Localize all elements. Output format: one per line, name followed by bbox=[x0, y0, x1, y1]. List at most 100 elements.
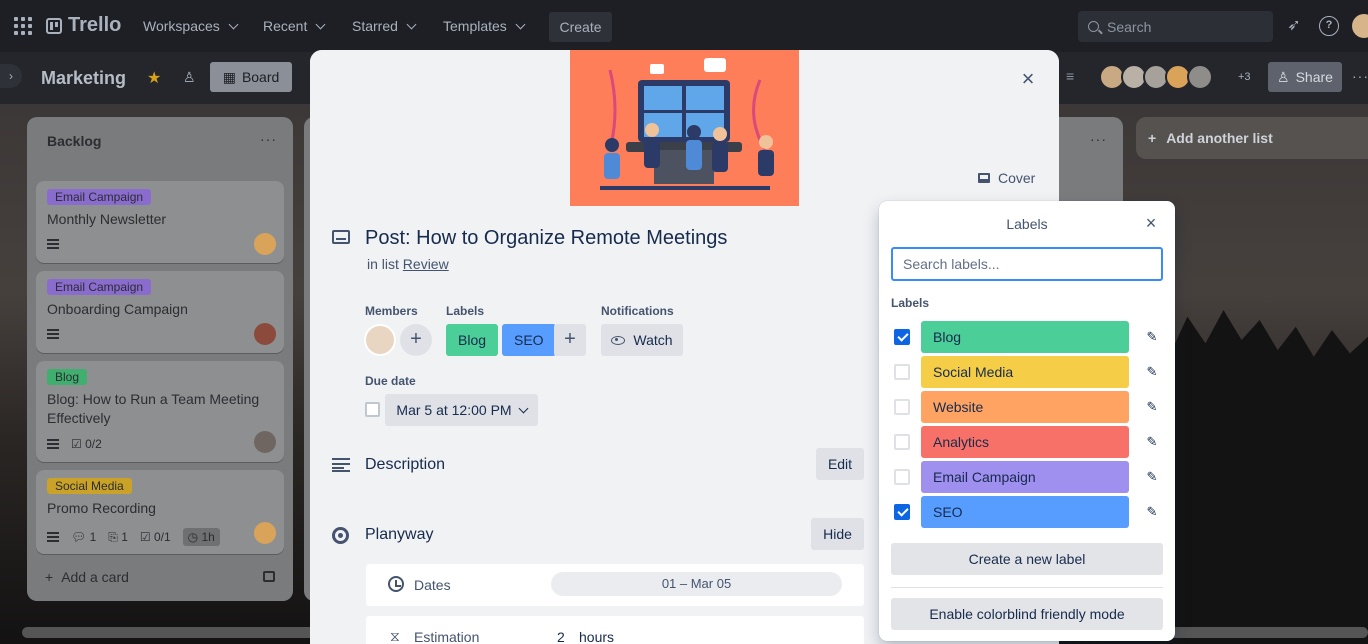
share-label: Share bbox=[1295, 69, 1333, 85]
label-checkbox-blog[interactable] bbox=[894, 329, 910, 345]
due-date-checkbox[interactable] bbox=[365, 402, 380, 417]
edit-label-pencil-icon[interactable]: ✎ bbox=[1142, 362, 1162, 382]
help-icon[interactable]: ? bbox=[1319, 16, 1339, 36]
workspace-visibility-icon[interactable]: ♙ bbox=[183, 69, 196, 86]
dates-value-pill[interactable]: 01 – Mar 05 bbox=[551, 572, 842, 596]
nav-workspaces-menu[interactable]: Workspaces bbox=[143, 18, 239, 34]
members-more-count[interactable]: +3 bbox=[1238, 71, 1251, 83]
add-member-button[interactable]: + bbox=[400, 324, 432, 356]
add-card-label: Add a card bbox=[61, 569, 129, 585]
edit-label-pencil-icon[interactable]: ✎ bbox=[1142, 432, 1162, 452]
chevron-down-icon bbox=[515, 19, 526, 29]
card-label-seo[interactable]: SEO bbox=[502, 324, 556, 356]
card-member-avatar[interactable] bbox=[254, 522, 276, 544]
nav-templates-menu[interactable]: Templates bbox=[443, 18, 526, 34]
estimation-value[interactable]: 2 bbox=[557, 629, 565, 644]
add-label-button[interactable]: + bbox=[554, 324, 586, 356]
label-row-analytics: Analytics ✎ bbox=[891, 426, 1163, 458]
hide-planyway-button[interactable]: Hide bbox=[811, 518, 864, 550]
attachments-count: 1 bbox=[121, 529, 128, 544]
card-label[interactable]: Blog bbox=[47, 369, 88, 385]
board-view-button[interactable]: ▦ Board bbox=[210, 62, 292, 92]
search-labels-input[interactable] bbox=[891, 247, 1163, 281]
label-bar-social-media[interactable]: Social Media bbox=[921, 356, 1129, 388]
label-checkbox-seo[interactable] bbox=[894, 504, 910, 520]
add-list-button[interactable]: + Add another list bbox=[1136, 117, 1368, 159]
label-bar-seo[interactable]: SEO bbox=[921, 496, 1129, 528]
star-icon[interactable]: ★ bbox=[147, 68, 161, 88]
time-estimate-badge: ◷ 1h bbox=[182, 528, 220, 546]
edit-label-pencil-icon[interactable]: ✎ bbox=[1142, 397, 1162, 417]
label-checkbox-website[interactable] bbox=[894, 399, 910, 415]
close-modal-icon[interactable]: × bbox=[1017, 68, 1039, 90]
card-template-icon[interactable] bbox=[263, 571, 275, 582]
close-popover-icon[interactable]: × bbox=[1141, 213, 1161, 234]
create-new-label-button[interactable]: Create a new label bbox=[891, 543, 1163, 575]
account-avatar[interactable] bbox=[1352, 14, 1368, 38]
top-navigation: Trello Workspaces Recent Starred Templat… bbox=[0, 0, 1368, 52]
due-date-button[interactable]: Mar 5 at 12:00 PM bbox=[385, 394, 538, 426]
watch-button[interactable]: Watch bbox=[601, 324, 683, 356]
trello-logo[interactable]: Trello bbox=[46, 14, 121, 37]
plus-icon: + bbox=[45, 569, 54, 585]
card-title: Blog: How to Run a Team Meeting Effectiv… bbox=[47, 391, 260, 426]
card-label[interactable]: Email Campaign bbox=[47, 189, 152, 205]
app-switcher-icon[interactable] bbox=[14, 17, 32, 35]
card-blog-team-meeting[interactable]: Blog Blog: How to Run a Team Meeting Eff… bbox=[36, 361, 284, 462]
add-card-button[interactable]: + Add a card bbox=[45, 569, 129, 585]
card-title[interactable]: Post: How to Organize Remote Meetings bbox=[365, 227, 727, 250]
label-row-email-campaign: Email Campaign ✎ bbox=[891, 461, 1163, 493]
notifications-icon[interactable]: ➶ bbox=[1284, 16, 1304, 36]
list-menu-icon[interactable]: ··· bbox=[1090, 131, 1107, 147]
nav-starred-menu[interactable]: Starred bbox=[352, 18, 417, 34]
card-member-avatar[interactable] bbox=[254, 323, 276, 345]
card-promo-recording[interactable]: Social Media Promo Recording 💬︎ 1 ⎘ 1 ☑ … bbox=[36, 470, 284, 554]
card-monthly-newsletter[interactable]: Email Campaign Monthly Newsletter bbox=[36, 181, 284, 263]
checklist-count: 0/1 bbox=[153, 530, 171, 544]
label-bar-website[interactable]: Website bbox=[921, 391, 1129, 423]
edit-label-pencil-icon[interactable]: ✎ bbox=[1142, 327, 1162, 347]
share-button[interactable]: ♙ Share bbox=[1268, 62, 1342, 92]
card-label[interactable]: Social Media bbox=[47, 478, 132, 494]
description-icon bbox=[332, 458, 350, 472]
list-title[interactable]: Backlog bbox=[47, 133, 101, 149]
planyway-estimation-row: ⧖ Estimation 2 hours bbox=[366, 616, 864, 644]
create-button[interactable]: Create bbox=[549, 12, 612, 42]
label-bar-analytics[interactable]: Analytics bbox=[921, 426, 1129, 458]
estimation-unit: hours bbox=[579, 629, 615, 644]
card-onboarding-campaign[interactable]: Email Campaign Onboarding Campaign bbox=[36, 271, 284, 353]
label-checkbox-social-media[interactable] bbox=[894, 364, 910, 380]
label-bar-blog[interactable]: Blog bbox=[921, 321, 1129, 353]
list-link[interactable]: Review bbox=[403, 256, 449, 272]
labels-section-heading: Labels bbox=[891, 296, 930, 310]
edit-label-pencil-icon[interactable]: ✎ bbox=[1142, 467, 1162, 487]
edit-label-pencil-icon[interactable]: ✎ bbox=[1142, 502, 1162, 522]
card-icon bbox=[332, 230, 350, 244]
card-member-avatar[interactable] bbox=[254, 233, 276, 255]
label-bar-email-campaign[interactable]: Email Campaign bbox=[921, 461, 1129, 493]
filter-icon[interactable]: ≡ bbox=[1066, 68, 1074, 84]
card-member-avatar[interactable] bbox=[254, 431, 276, 453]
nav-recent-label: Recent bbox=[263, 18, 308, 34]
board-menu-icon[interactable]: ··· bbox=[1352, 68, 1368, 84]
card-label[interactable]: Email Campaign bbox=[47, 279, 152, 295]
checklist-badge: ☑ 0/1 bbox=[139, 530, 171, 544]
add-list-label: Add another list bbox=[1166, 130, 1273, 146]
card-member-avatar[interactable] bbox=[364, 324, 396, 356]
trello-logo-text: Trello bbox=[68, 14, 122, 36]
label-checkbox-analytics[interactable] bbox=[894, 434, 910, 450]
search-icon bbox=[1088, 21, 1099, 32]
list-menu-icon[interactable]: ··· bbox=[260, 131, 277, 147]
card-label-blog[interactable]: Blog bbox=[446, 324, 499, 356]
colorblind-mode-button[interactable]: Enable colorblind friendly mode bbox=[891, 598, 1163, 630]
edit-description-button[interactable]: Edit bbox=[816, 448, 864, 480]
cover-illustration bbox=[600, 58, 774, 190]
search-input[interactable]: Search bbox=[1078, 11, 1273, 42]
board-title[interactable]: Marketing bbox=[41, 68, 126, 89]
member-avatar[interactable] bbox=[1187, 64, 1213, 90]
cover-button-label: Cover bbox=[998, 170, 1036, 186]
label-checkbox-email-campaign[interactable] bbox=[894, 469, 910, 485]
cover-button[interactable]: Cover bbox=[978, 170, 1035, 186]
eye-icon bbox=[611, 335, 626, 345]
nav-recent-menu[interactable]: Recent bbox=[263, 18, 326, 34]
